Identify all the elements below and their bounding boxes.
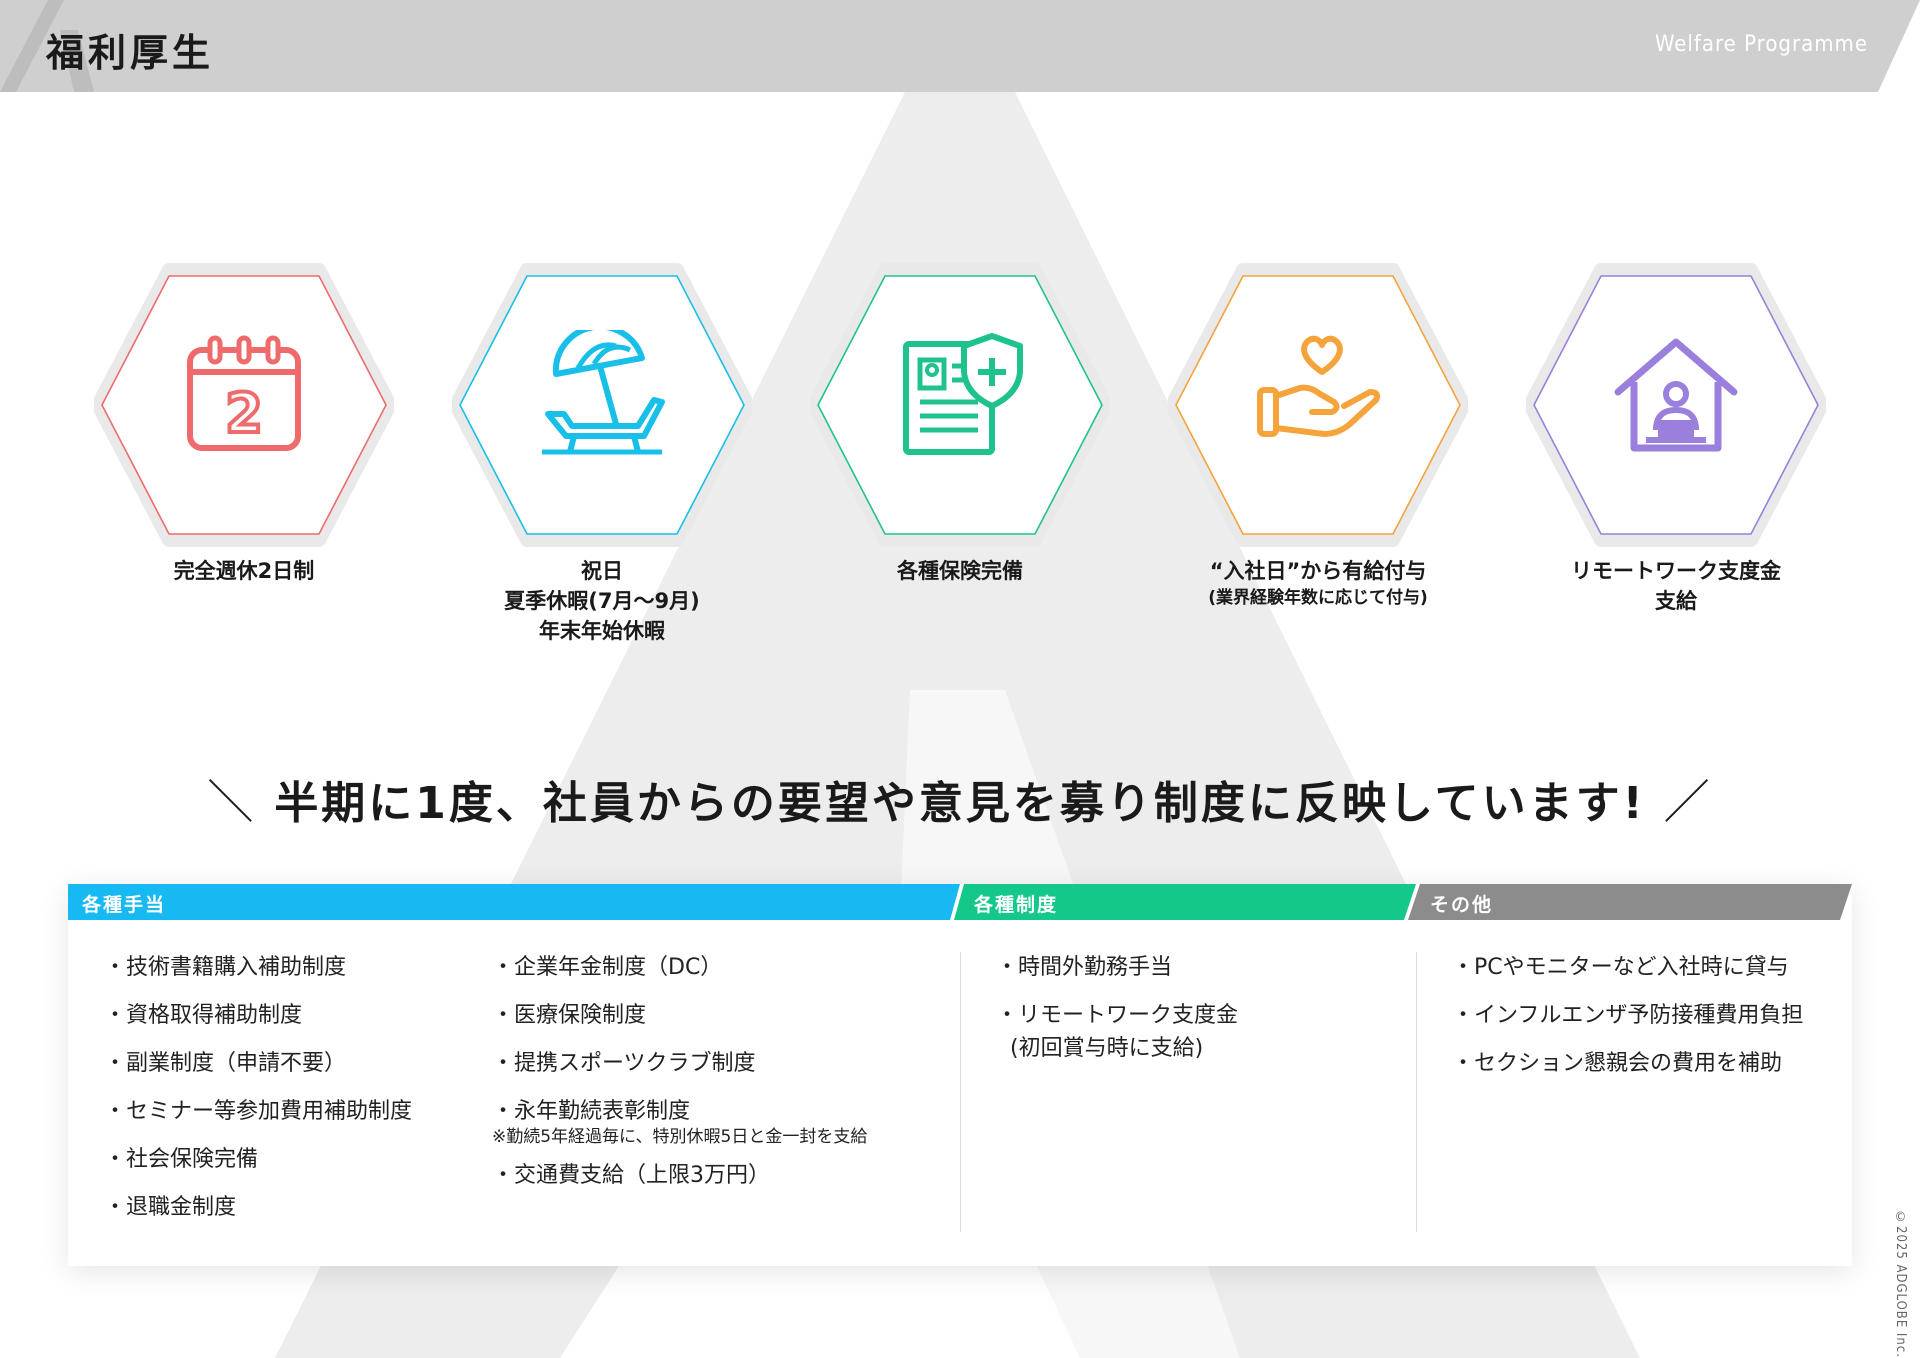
allowances-list-column-2: ・企業年金制度（DC） ・医療保険制度 ・提携スポーツクラブ制度 ・永年勤続表彰…: [492, 944, 867, 1200]
systems-list-column: ・時間外勤務手当 ・リモートワーク支度金 (初回賞与時に支給): [996, 944, 1238, 1066]
feature-label-line: 完全週休2日制: [173, 559, 315, 583]
slash-right-decoration: ／: [1663, 775, 1713, 829]
category-header-bar: 各種手当 各種制度 その他: [68, 884, 1852, 920]
list-item: ・退職金制度: [104, 1195, 237, 1220]
slogan-text: 半期に1度、社員からの要望や意見を募り制度に反映しています!: [274, 778, 1646, 829]
feature-label-line: 祝日: [581, 559, 623, 583]
list-item: ・セクション懇親会の費用を補助: [1452, 1051, 1783, 1076]
feature-label-line: 年末年始休暇: [539, 619, 665, 643]
category-label-others: その他: [1430, 894, 1494, 916]
header-background: [0, 0, 1920, 92]
others-list-column: ・PCやモニターなど入社時に貸与 ・インフルエンザ予防接種費用負担 ・セクション…: [1452, 944, 1803, 1088]
insurance-document-icon: [903, 333, 1023, 455]
beach-chair-icon: [542, 330, 665, 455]
feature-card-vacation: [452, 262, 752, 548]
category-header-shapes: [68, 884, 1852, 920]
copyright-notice: ©2025 ADGLOBE Inc.: [1893, 1210, 1908, 1358]
list-item: ・時間外勤務手当: [996, 955, 1173, 980]
list-item: ・技術書籍購入補助制度: [104, 955, 347, 980]
feature-label-line: 夏季休暇(7月〜9月): [504, 589, 700, 613]
calendar-number: 2: [225, 382, 263, 445]
column-divider: [1416, 952, 1417, 1232]
feature-label-line: 各種保険完備: [897, 559, 1023, 583]
feature-label-paid-leave: “入社日”から有給付与 (業界経験年数に応じて付与): [1158, 556, 1478, 610]
feature-label-vacation: 祝日 夏季休暇(7月〜9月) 年末年始休暇: [442, 556, 762, 646]
allowances-list-column-1: ・技術書籍購入補助制度 ・資格取得補助制度 ・副業制度（申請不要） ・セミナー等…: [104, 944, 412, 1232]
category-label-allowances: 各種手当: [82, 894, 167, 916]
category-label-systems: 各種制度: [974, 894, 1059, 916]
feature-card-paid-leave: [1168, 262, 1468, 548]
list-item: ・社会保険完備: [104, 1147, 259, 1172]
feature-label-holidays: 完全週休2日制: [84, 556, 404, 586]
slash-left-decoration: ＼: [207, 775, 257, 829]
list-item: ・資格取得補助制度: [104, 1003, 303, 1028]
slogan: ＼ 半期に1度、社員からの要望や意見を募り制度に反映しています! ／: [0, 766, 1920, 832]
feature-label-line: “入社日”から有給付与: [1209, 559, 1427, 583]
list-item-continuation: (初回賞与時に支給): [1010, 1036, 1204, 1061]
list-item: ・セミナー等参加費用補助制度: [104, 1099, 413, 1124]
feature-card-holidays: 2: [94, 262, 394, 548]
heart-hand-icon: [1257, 335, 1381, 437]
feature-label-note: (業界経験年数に応じて付与): [1208, 588, 1428, 608]
list-item-note: ※勤続5年経過毎に、特別休暇5日と金一封を支給: [492, 1127, 868, 1147]
home-work-icon: [1614, 338, 1738, 452]
feature-label-line: リモートワーク支度金: [1571, 559, 1781, 583]
list-item: ・医療保険制度: [492, 1003, 647, 1028]
feature-label-line: 支給: [1655, 589, 1697, 613]
list-item: ・交通費支給（上限3万円）: [492, 1163, 770, 1188]
page-subtitle: Welfare Programme: [1654, 32, 1868, 57]
feature-label-insurance: 各種保険完備: [800, 556, 1120, 586]
list-item: ・副業制度（申請不要）: [104, 1051, 347, 1076]
calendar-icon: 2: [187, 335, 301, 451]
list-item: ・インフルエンザ予防接種費用負担: [1452, 1003, 1804, 1028]
page-title: 福利厚生: [46, 31, 215, 75]
column-divider: [960, 952, 961, 1232]
feature-label-remote-work: リモートワーク支度金 支給: [1516, 556, 1836, 616]
header-bar: 福利厚生 Welfare Programme: [0, 0, 1920, 92]
list-item: ・PCやモニターなど入社時に貸与: [1452, 955, 1789, 980]
feature-card-remote-work: [1526, 262, 1826, 548]
feature-card-insurance: [810, 262, 1110, 548]
list-item: ・提携スポーツクラブ制度: [492, 1051, 756, 1076]
list-item: ・企業年金制度（DC）: [492, 955, 723, 980]
